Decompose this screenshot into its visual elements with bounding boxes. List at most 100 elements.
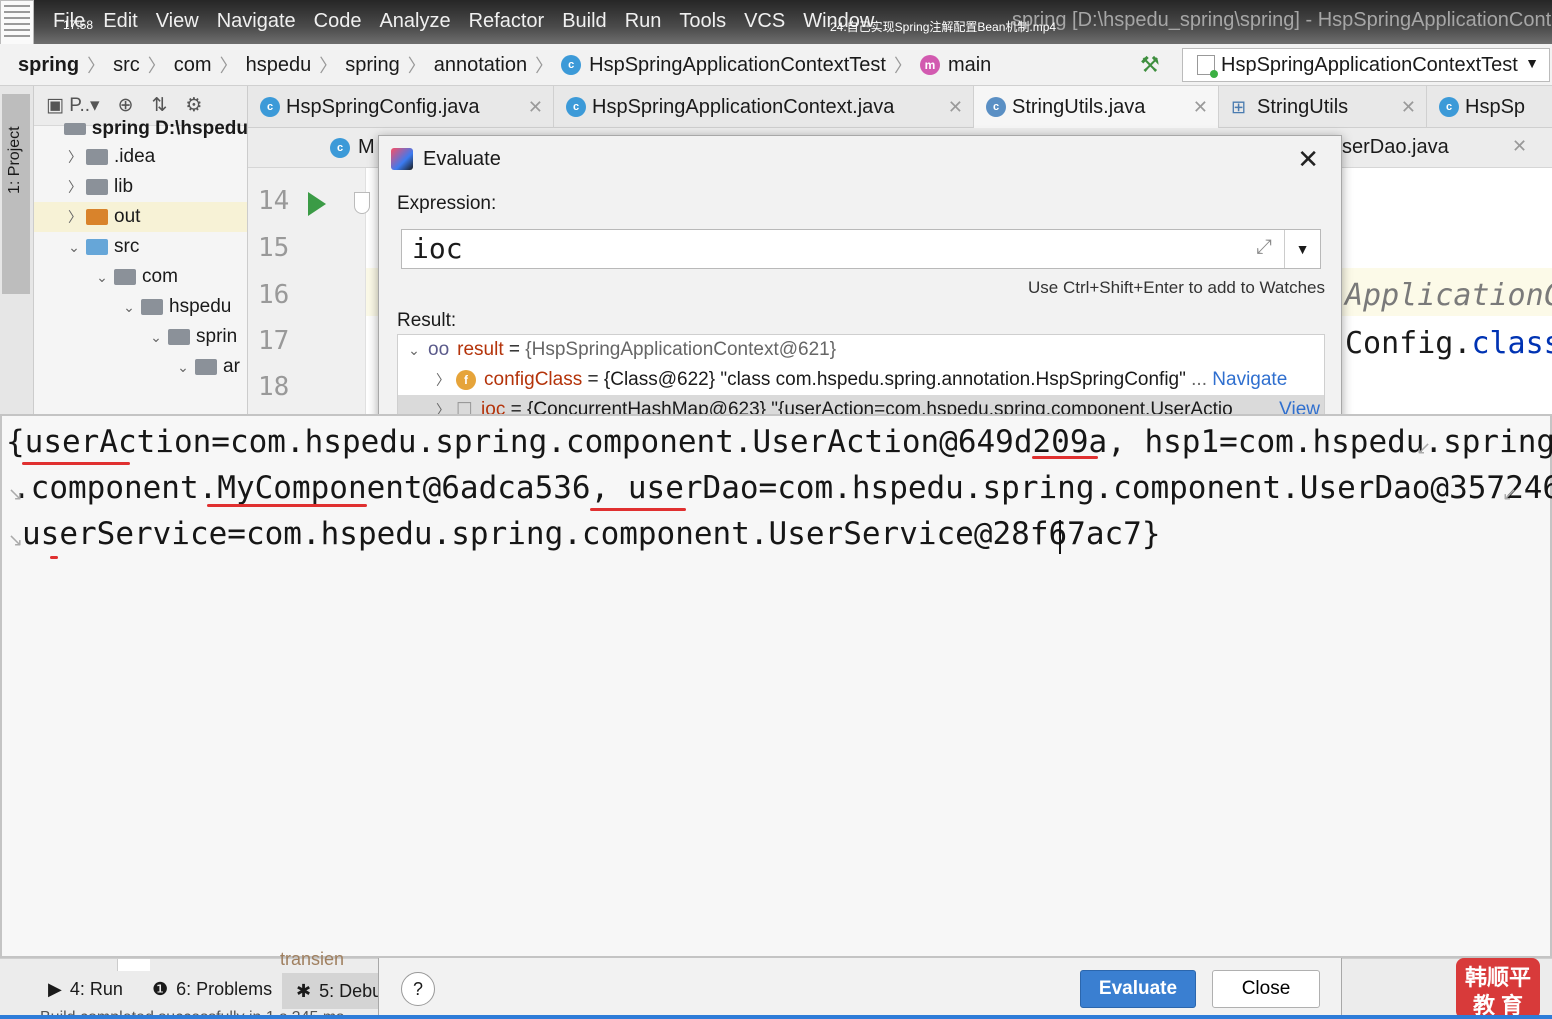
menu-edit[interactable]: Edit bbox=[103, 10, 137, 33]
menu-vcs[interactable]: VCS bbox=[744, 10, 785, 33]
intellij-logo-icon bbox=[391, 148, 413, 170]
clock: 17:58 bbox=[63, 18, 94, 32]
tab-hspspringapplicationcontext[interactable]: c HspSpringApplicationContext.java ✕ bbox=[554, 86, 974, 128]
breadcrumb-com[interactable]: com bbox=[174, 54, 212, 77]
chevron-right-icon[interactable]: 〉 bbox=[68, 147, 82, 167]
strip-cell bbox=[0, 959, 118, 971]
soft-wrap-icon: ↙ bbox=[1502, 484, 1518, 504]
tab-hspspringconfig[interactable]: c HspSpringConfig.java ✕ bbox=[248, 86, 554, 128]
menu-refactor[interactable]: Refactor bbox=[469, 10, 545, 33]
menu-code[interactable]: Code bbox=[314, 10, 362, 33]
tree-item-lib[interactable]: 〉 lib bbox=[34, 172, 247, 202]
watches-hint: Use Ctrl+Shift+Enter to add to Watches bbox=[1027, 278, 1325, 297]
watermark-logo: 韩顺平 教 育 bbox=[1456, 958, 1540, 1019]
chevron-right-icon[interactable]: 〉 bbox=[68, 177, 82, 197]
class-icon: c bbox=[260, 97, 280, 117]
expression-input[interactable]: ioc ⤢ ▼ bbox=[401, 229, 1321, 269]
tab-hspsp[interactable]: c HspSp bbox=[1427, 86, 1552, 128]
chevron-down-icon[interactable]: ⌄ bbox=[150, 329, 162, 346]
class-icon: c bbox=[1439, 97, 1459, 117]
tree-item-idea[interactable]: 〉 .idea bbox=[34, 142, 247, 172]
expression-label: Expression: bbox=[397, 193, 497, 214]
chevron-down-icon[interactable]: ⌄ bbox=[96, 269, 108, 286]
tab-stringutils-structure[interactable]: ⊞ StringUtils ✕ bbox=[1219, 86, 1427, 128]
breadcrumb-project[interactable]: spring bbox=[18, 54, 79, 77]
navigate-link[interactable]: Navigate bbox=[1212, 369, 1287, 390]
close-icon[interactable]: ✕ bbox=[528, 97, 543, 118]
tree-item-out[interactable]: 〉 out bbox=[34, 202, 247, 232]
evaluate-button[interactable]: Evaluate bbox=[1080, 970, 1196, 1008]
breadcrumb-src[interactable]: src bbox=[113, 54, 140, 77]
annotation-underline bbox=[1032, 456, 1098, 459]
chevron-down-icon[interactable]: ⌄ bbox=[408, 342, 420, 359]
code-keyword: class bbox=[1471, 326, 1552, 361]
run-configuration-select[interactable]: HspSpringApplicationContextTest ▼ bbox=[1182, 48, 1550, 82]
chevron-right-icon[interactable]: 〉 bbox=[436, 370, 450, 390]
run-tab[interactable]: ▶ 4: Run bbox=[48, 979, 123, 1000]
run-gutter-icon[interactable] bbox=[308, 192, 326, 216]
menu-view[interactable]: View bbox=[156, 10, 199, 33]
tree-item-label: hspedu bbox=[169, 296, 232, 317]
dropdown-arrow-icon: ▼ bbox=[1525, 55, 1539, 71]
close-icon[interactable]: ✕ bbox=[1297, 144, 1319, 175]
project-panel: ▣ P..▾ ⊕ ⇅ ⚙ spring D:\hspedu 〉 .idea 〉 … bbox=[34, 86, 248, 416]
chevron-right-icon: 〉 bbox=[407, 56, 426, 76]
result-row[interactable]: 〉 f configClass = {Class@622} "class com… bbox=[398, 365, 1324, 395]
project-tool-tab[interactable]: 1: Project bbox=[2, 94, 30, 294]
tab-stringutils-java[interactable]: c StringUtils.java ✕ bbox=[974, 86, 1219, 128]
breadcrumb-annotation[interactable]: annotation bbox=[434, 54, 527, 77]
tab-label[interactable]: M bbox=[358, 136, 375, 159]
result-row[interactable]: 〉 ☐ ioc = {ConcurrentHashMap@623} "{user… bbox=[398, 395, 1324, 415]
text-caret bbox=[1059, 520, 1061, 554]
strip-cell bbox=[118, 959, 150, 971]
close-icon[interactable]: ✕ bbox=[1193, 97, 1208, 118]
result-value: {Class@622} "class com.hspedu.spring.ann… bbox=[603, 369, 1186, 390]
close-icon[interactable]: ✕ bbox=[1512, 136, 1527, 157]
package-icon bbox=[114, 269, 136, 285]
breadcrumb-hspedu[interactable]: hspedu bbox=[246, 54, 312, 77]
result-ellipsis: ... bbox=[1185, 369, 1213, 390]
breadcrumb-method[interactable]: main bbox=[948, 54, 991, 77]
result-row[interactable]: ⌄ oo result = {HspSpringApplicationConte… bbox=[398, 335, 1324, 365]
close-button[interactable]: Close bbox=[1212, 970, 1320, 1008]
chevron-down-icon[interactable]: ⌄ bbox=[177, 359, 189, 376]
line-number: 14 bbox=[258, 186, 290, 216]
value-popup[interactable]: {userAction=com.hspedu.spring.component.… bbox=[0, 414, 1552, 958]
chevron-down-icon[interactable]: ⌄ bbox=[123, 299, 135, 316]
menu-bar: File Edit View Navigate Code Analyze Ref… bbox=[0, 0, 1552, 48]
menu-build[interactable]: Build bbox=[562, 10, 606, 33]
annotation-underline bbox=[50, 556, 58, 559]
value-line: .component.MyComponent@6adca536, userDao… bbox=[12, 470, 1552, 506]
debug-tab[interactable]: ✱ 5: Debu bbox=[282, 973, 378, 1009]
tree-item-src[interactable]: ⌄ src bbox=[34, 232, 247, 262]
structure-icon: ⊞ bbox=[1231, 97, 1247, 117]
tree-item-hspedu[interactable]: ⌄ hspedu bbox=[34, 292, 247, 322]
expand-icon[interactable]: ⤢ bbox=[1256, 236, 1272, 259]
menu-run[interactable]: Run bbox=[625, 10, 662, 33]
close-icon[interactable]: ✕ bbox=[948, 97, 963, 118]
tree-item-annotation[interactable]: ⌄ ar bbox=[34, 352, 247, 382]
menu-tools[interactable]: Tools bbox=[679, 10, 726, 33]
status-progress-line bbox=[0, 1015, 1552, 1019]
menu-navigate[interactable]: Navigate bbox=[217, 10, 296, 33]
breadcrumb-spring[interactable]: spring bbox=[345, 54, 399, 77]
tree-item-com[interactable]: ⌄ com bbox=[34, 262, 247, 292]
tree-root[interactable]: spring D:\hspedu bbox=[34, 114, 247, 144]
bug-icon: ✱ bbox=[296, 980, 312, 1001]
chevron-down-icon[interactable]: ⌄ bbox=[68, 239, 80, 256]
chevron-right-icon[interactable]: 〉 bbox=[68, 207, 82, 227]
tab-userdao-java[interactable]: serDao.java bbox=[1342, 136, 1449, 159]
chevron-right-icon: 〉 bbox=[87, 56, 106, 76]
menu-analyze[interactable]: Analyze bbox=[379, 10, 450, 33]
annotation-underline bbox=[22, 462, 130, 465]
close-icon[interactable]: ✕ bbox=[1401, 97, 1416, 118]
help-button[interactable]: ? bbox=[401, 972, 435, 1006]
folder-orange-icon bbox=[86, 209, 108, 225]
breadcrumb-class[interactable]: HspSpringApplicationContextTest bbox=[589, 54, 886, 77]
problems-tab[interactable]: ❶ 6: Problems bbox=[152, 979, 272, 1000]
tab-label: HspSp bbox=[1465, 95, 1526, 118]
build-hammer-icon[interactable]: ⚒ bbox=[1140, 52, 1160, 78]
expression-value: ioc bbox=[412, 232, 463, 265]
tree-item-spring[interactable]: ⌄ sprin bbox=[34, 322, 247, 352]
history-dropdown[interactable]: ▼ bbox=[1284, 230, 1320, 268]
